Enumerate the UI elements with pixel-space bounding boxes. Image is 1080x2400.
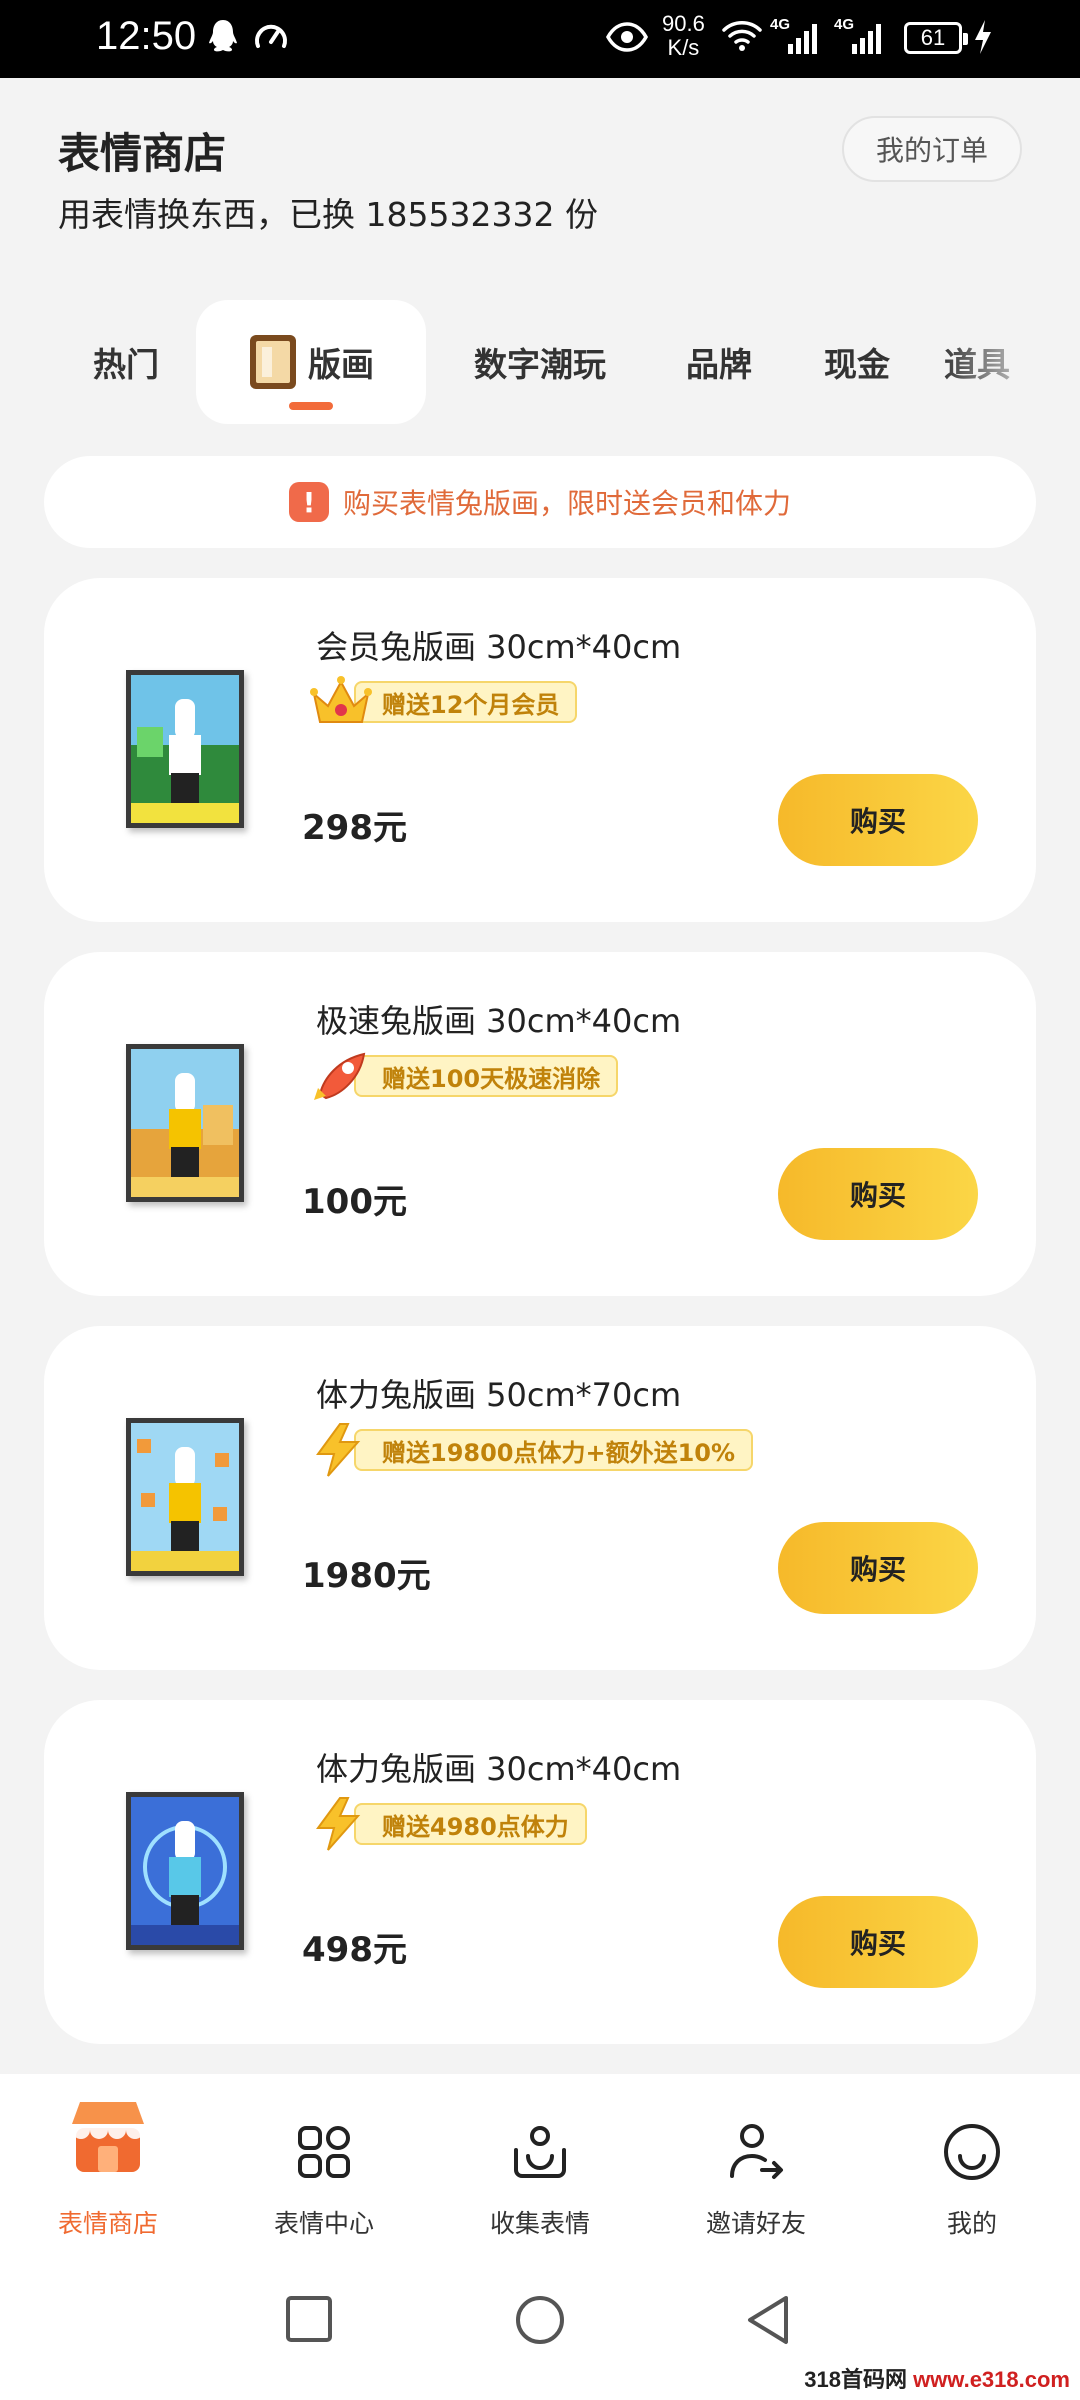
- gift-text: 赠送12个月会员: [354, 681, 578, 723]
- tab-brand[interactable]: 品牌: [664, 300, 774, 424]
- my-orders-button[interactable]: 我的订单: [842, 116, 1022, 182]
- rabbit-print-art: [131, 675, 239, 823]
- eye-icon: [606, 22, 648, 52]
- category-tabs: 热门 版画 数字潮玩 品牌 现金 道具: [0, 300, 1080, 430]
- battery-icon: 61: [904, 22, 968, 54]
- crown-icon: [310, 676, 372, 723]
- net-speed-value: 90.6: [662, 11, 705, 36]
- promo-notice: ! 购买表情兔版画，限时送会员和体力: [44, 456, 1036, 548]
- product-image: [126, 1044, 244, 1202]
- gift-tag: 赠送100天极速消除: [310, 1052, 619, 1100]
- watermark-url: www.e318.com: [906, 2367, 1070, 2392]
- rabbit-print-art: [131, 1797, 239, 1945]
- net-speed: 90.6 K/s: [662, 12, 705, 60]
- tab-label: 热门: [93, 345, 159, 384]
- product-image: [126, 670, 244, 828]
- rabbit-print-art: [131, 1049, 239, 1197]
- gift-tag: 赠送4980点体力: [310, 1797, 587, 1851]
- signal-icon-2: [852, 24, 881, 54]
- tab-label: 品牌: [686, 345, 752, 384]
- status-bar: 12:50 90.6 K/s 4G 4G 61: [0, 0, 1080, 78]
- product-card[interactable]: 会员兔版画 30cm*40cm 赠送12个月会员 298元 购买: [44, 578, 1036, 922]
- nav-label: 表情商店: [57, 2209, 158, 2238]
- lightning-icon: [316, 1797, 361, 1851]
- rocket-icon: [314, 1052, 366, 1100]
- qq-icon: [209, 20, 237, 52]
- smile-icon: [944, 2124, 1000, 2180]
- tab-prints[interactable]: 版画: [196, 300, 426, 424]
- gift-text: 赠送100天极速消除: [354, 1055, 619, 1097]
- tab-label: 数字潮玩: [474, 345, 606, 384]
- gift-tag: 赠送19800点体力+额外送10%: [310, 1423, 754, 1477]
- tab-label: 现金: [824, 345, 890, 384]
- speedometer-icon: [255, 24, 287, 48]
- tab-cash[interactable]: 现金: [802, 300, 912, 424]
- header: 表情商店 用表情换东西，已换 185532332 份 我的订单: [0, 78, 1080, 278]
- shop-icon: [72, 2102, 144, 2172]
- status-time: 12:50: [96, 14, 197, 58]
- buy-button[interactable]: 购买: [778, 774, 978, 866]
- signal-icon-1: [788, 24, 817, 54]
- watermark-site: 318首码网: [804, 2367, 907, 2392]
- nav-item-collect-emoji[interactable]: 收集表情: [432, 2074, 648, 2254]
- product-card[interactable]: 极速兔版画 30cm*40cm 赠送100天极速消除 100元 购买: [44, 952, 1036, 1296]
- picture-frame-icon: [250, 335, 296, 389]
- gift-text: 赠送19800点体力+额外送10%: [354, 1429, 754, 1471]
- recent-apps-icon[interactable]: [284, 2294, 334, 2344]
- tab-label: 版画: [308, 345, 374, 384]
- product-price: 498元: [302, 1930, 407, 1970]
- home-icon[interactable]: [514, 2294, 566, 2346]
- invite-icon: [730, 2124, 783, 2179]
- nav-item-emoji-center[interactable]: 表情中心: [216, 2074, 432, 2254]
- product-name: 体力兔版画 30cm*40cm: [316, 1750, 682, 1788]
- product-card[interactable]: 体力兔版画 30cm*40cm 赠送4980点体力 498元 购买: [44, 1700, 1036, 2044]
- rabbit-print-art: [131, 1423, 239, 1571]
- nav-item-emoji-store[interactable]: 表情商店: [0, 2074, 216, 2254]
- tab-hot[interactable]: 热门: [66, 300, 186, 424]
- product-image: [126, 1418, 244, 1576]
- wifi-icon: [722, 21, 762, 51]
- nav-label: 邀请好友: [705, 2209, 806, 2238]
- charging-icon: [975, 20, 991, 54]
- product-name: 会员兔版画 30cm*40cm: [316, 628, 682, 666]
- product-card[interactable]: 体力兔版画 50cm*70cm 赠送19800点体力+额外送10% 1980元 …: [44, 1326, 1036, 1670]
- system-navigation-bar: 318首码网 www.e318.com: [0, 2254, 1080, 2400]
- nav-label: 表情中心: [273, 2209, 374, 2238]
- watermark: 318首码网 www.e318.com: [804, 2362, 1070, 2394]
- back-icon[interactable]: [744, 2294, 794, 2346]
- nav-label: 收集表情: [489, 2209, 590, 2238]
- nav-label: 我的: [946, 2209, 997, 2238]
- collect-icon: [514, 2126, 566, 2178]
- gift-text: 赠送4980点体力: [354, 1803, 587, 1845]
- grid-icon: [298, 2126, 350, 2178]
- product-price: 1980元: [302, 1556, 431, 1596]
- product-name: 体力兔版画 50cm*70cm: [316, 1376, 682, 1414]
- gift-tag: 赠送12个月会员: [310, 676, 578, 726]
- product-image: [126, 1792, 244, 1950]
- product-price: 298元: [302, 808, 407, 848]
- active-tab-indicator: [289, 402, 333, 410]
- alert-icon: !: [288, 482, 329, 522]
- page-title: 表情商店: [58, 129, 227, 178]
- nav-item-invite-friends[interactable]: 邀请好友: [648, 2074, 864, 2254]
- exchange-count-text: 用表情换东西，已换 185532332 份: [58, 195, 598, 234]
- nav-item-profile[interactable]: 我的: [864, 2074, 1080, 2254]
- buy-button[interactable]: 购买: [778, 1148, 978, 1240]
- buy-button[interactable]: 购买: [778, 1522, 978, 1614]
- lightning-icon: [316, 1423, 361, 1477]
- product-price: 100元: [302, 1182, 407, 1222]
- promo-notice-text: 购买表情兔版画，限时送会员和体力: [342, 487, 791, 520]
- net-speed-unit: K/s: [667, 35, 700, 60]
- product-name: 极速兔版画 30cm*40cm: [316, 1002, 682, 1040]
- bottom-navigation: 表情商店 表情中心 收集表情 邀请好友 我的: [0, 2074, 1080, 2254]
- tab-digital-toys[interactable]: 数字潮玩: [460, 300, 620, 424]
- buy-button[interactable]: 购买: [778, 1896, 978, 1988]
- tabs-fade-overlay: [940, 300, 1080, 424]
